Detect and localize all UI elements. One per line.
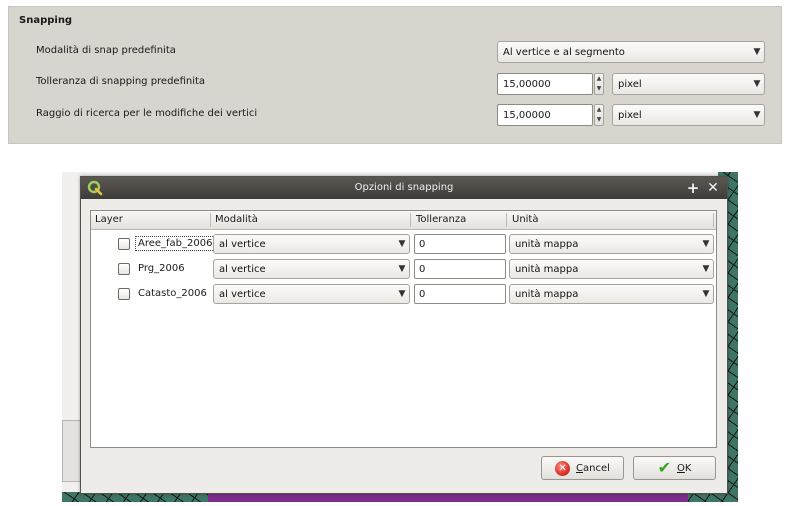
search-radius-value: 15,00000 <box>503 109 551 121</box>
default-tolerance-unit-value: pixel <box>618 78 642 90</box>
layer-name: Prg_2006 <box>138 263 185 274</box>
column-header-unit[interactable]: Unità <box>512 214 538 225</box>
column-separator <box>713 213 714 227</box>
column-header-layer[interactable]: Layer <box>95 214 123 225</box>
column-header-mode[interactable]: Modalità <box>215 214 258 225</box>
unit-combo[interactable]: unità mappa ▼ <box>509 234 714 254</box>
unit-value: unità mappa <box>515 263 579 275</box>
default-tolerance-input[interactable]: 15,00000 <box>497 73 593 95</box>
ok-mnemonic: O <box>676 462 685 474</box>
default-snap-mode-combo[interactable]: Al vertice e al segmento ▼ <box>497 41 765 63</box>
default-tolerance-spinner[interactable]: ▲ ▼ <box>594 73 604 95</box>
default-tolerance-unit-combo[interactable]: pixel ▼ <box>612 73 765 95</box>
snapping-settings-panel: Snapping Modalità di snap predefinita Al… <box>8 6 782 144</box>
tolerance-input[interactable]: 0 <box>414 284 506 304</box>
snapping-options-dialog: Opzioni di snapping + ✕ Layer Modalità T… <box>80 176 728 494</box>
unit-combo[interactable]: unità mappa ▼ <box>509 284 714 304</box>
ok-label-rest: K <box>684 462 692 474</box>
tolerance-value: 0 <box>419 238 426 250</box>
cancel-mnemonic: C <box>576 462 584 474</box>
layer-name: Aree_fab_2006 <box>135 236 216 251</box>
search-radius-input[interactable]: 15,00000 <box>497 104 593 126</box>
spin-up-icon: ▲ <box>596 106 602 113</box>
table-row: Prg_2006 al vertice ▼ 0 unità mappa ▼ <box>91 257 716 281</box>
snap-mode-value: al vertice <box>219 288 266 300</box>
chevron-down-icon: ▼ <box>753 79 761 89</box>
spin-up-icon: ▲ <box>596 75 602 82</box>
chevron-down-icon: ▼ <box>753 47 761 57</box>
layer-enable-checkbox[interactable] <box>118 238 130 250</box>
layer-enable-checkbox[interactable] <box>118 263 130 275</box>
cancel-button[interactable]: ✕ Cancel <box>541 456 624 480</box>
default-snap-mode-value: Al vertice e al segmento <box>503 46 625 58</box>
ok-label: OK <box>677 463 691 474</box>
chevron-down-icon: ▼ <box>398 264 406 274</box>
tolerance-input[interactable]: 0 <box>414 234 506 254</box>
column-separator <box>506 213 507 227</box>
settings-title: Snapping <box>19 15 73 26</box>
table-row: Catasto_2006 al vertice ▼ 0 unità mappa … <box>91 282 716 306</box>
chevron-down-icon: ▼ <box>702 239 710 249</box>
snap-mode-combo[interactable]: al vertice ▼ <box>213 259 410 279</box>
chevron-down-icon: ▼ <box>702 289 710 299</box>
search-radius-unit-value: pixel <box>618 109 642 121</box>
search-radius-unit-combo[interactable]: pixel ▼ <box>612 104 765 126</box>
layer-name: Catasto_2006 <box>138 288 207 299</box>
spin-down-icon: ▼ <box>596 116 602 123</box>
cancel-label: Cancel <box>576 463 610 474</box>
layer-enable-checkbox[interactable] <box>118 288 130 300</box>
unit-value: unità mappa <box>515 238 579 250</box>
check-icon: ✔ <box>657 458 671 477</box>
snap-mode-value: al vertice <box>219 238 266 250</box>
snap-mode-combo[interactable]: al vertice ▼ <box>213 284 410 304</box>
table-header: Layer Modalità Tolleranza Unità <box>91 211 716 230</box>
snap-mode-value: al vertice <box>219 263 266 275</box>
unit-value: unità mappa <box>515 288 579 300</box>
default-tolerance-value: 15,00000 <box>503 78 551 90</box>
tolerance-value: 0 <box>419 263 426 275</box>
chevron-down-icon: ▼ <box>702 264 710 274</box>
chevron-down-icon: ▼ <box>398 289 406 299</box>
close-icon[interactable]: ✕ <box>705 178 721 198</box>
search-radius-spinner[interactable]: ▲ ▼ <box>594 104 604 126</box>
column-header-tolerance[interactable]: Tolleranza <box>416 214 466 225</box>
column-separator <box>410 213 411 227</box>
cancel-label-rest: ancel <box>583 462 610 474</box>
plus-icon[interactable]: + <box>685 178 701 198</box>
layer-snapping-table: Layer Modalità Tolleranza Unità Aree_fab… <box>90 210 717 448</box>
cancel-icon: ✕ <box>555 460 571 476</box>
search-radius-label: Raggio di ricerca per le modifiche dei v… <box>36 108 258 119</box>
table-row: Aree_fab_2006 al vertice ▼ 0 unità mappa… <box>91 232 716 256</box>
chevron-down-icon: ▼ <box>398 239 406 249</box>
unit-combo[interactable]: unità mappa ▼ <box>509 259 714 279</box>
chevron-down-icon: ▼ <box>753 110 761 120</box>
default-tolerance-label: Tolleranza di snapping predefinita <box>36 76 206 87</box>
ok-button[interactable]: ✔ OK <box>633 456 716 480</box>
default-snap-mode-label: Modalità di snap predefinita <box>36 45 176 56</box>
tolerance-input[interactable]: 0 <box>414 259 506 279</box>
tolerance-value: 0 <box>419 288 426 300</box>
snap-mode-combo[interactable]: al vertice ▼ <box>213 234 410 254</box>
dialog-titlebar[interactable]: Opzioni di snapping + ✕ <box>81 177 727 199</box>
column-separator <box>210 213 211 227</box>
spin-down-icon: ▼ <box>596 85 602 92</box>
dialog-title: Opzioni di snapping <box>354 182 454 193</box>
